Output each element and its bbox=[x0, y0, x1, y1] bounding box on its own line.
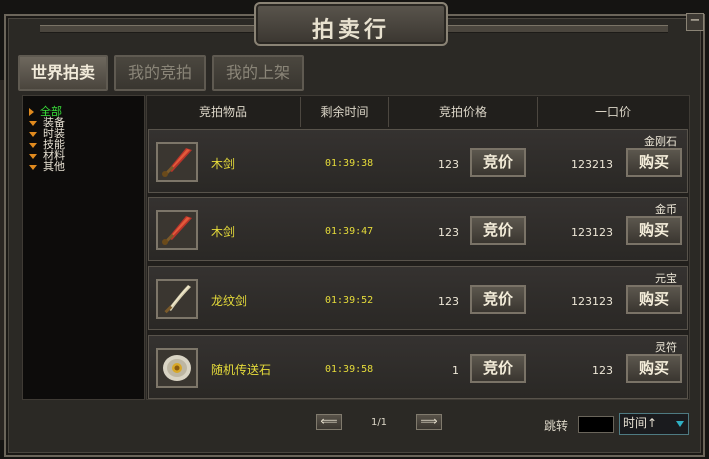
buyout-price: 123213 bbox=[571, 158, 613, 171]
item-name: 随机传送石 bbox=[211, 363, 272, 377]
next-page-button[interactable]: ⟹ bbox=[416, 414, 442, 430]
table-row[interactable]: 龙纹剑 01:39:52 123 竞价 123123 购买 元宝 bbox=[148, 266, 688, 330]
sort-selected-value: 时间↑ bbox=[623, 416, 658, 430]
buyout-price: 123123 bbox=[571, 226, 613, 239]
sword-icon bbox=[162, 216, 192, 245]
title-ornament-left bbox=[40, 25, 256, 33]
bid-price: 1 bbox=[452, 364, 459, 377]
remaining-time: 01:39:47 bbox=[325, 226, 374, 237]
jump-page-input[interactable] bbox=[578, 416, 614, 433]
item-name: 木剑 bbox=[211, 157, 236, 171]
dropdown-arrow-icon bbox=[676, 421, 684, 427]
prev-page-button[interactable]: ⟸ bbox=[316, 414, 342, 430]
expand-arrow-icon bbox=[29, 131, 37, 137]
item-slot[interactable] bbox=[156, 348, 198, 388]
currency-label: 灵符 bbox=[655, 341, 677, 354]
table-row[interactable]: 木剑 01:39:47 123 竞价 123123 购买 金币 bbox=[148, 197, 688, 261]
expand-arrow-icon bbox=[29, 108, 34, 116]
buy-button[interactable]: 购买 bbox=[626, 148, 682, 177]
page-indicator: 1/1 bbox=[370, 417, 388, 428]
currency-label: 金币 bbox=[655, 203, 677, 216]
curved-blade-icon bbox=[164, 285, 191, 314]
expand-arrow-icon bbox=[29, 164, 37, 170]
header-buyout-price: 一口价 bbox=[594, 105, 631, 119]
item-slot[interactable] bbox=[156, 142, 198, 182]
item-name: 木剑 bbox=[211, 225, 236, 239]
buy-button[interactable]: 购买 bbox=[626, 285, 682, 314]
window-title: 拍卖行 bbox=[311, 17, 390, 43]
table-row[interactable]: 随机传送石 01:39:58 1 竞价 123 购买 灵符 bbox=[148, 335, 688, 399]
bid-button[interactable]: 竞价 bbox=[470, 216, 526, 245]
buy-button[interactable]: 购买 bbox=[626, 354, 682, 383]
jump-label: 跳转 bbox=[544, 419, 569, 433]
category-sidebar: 全部 装备 时装 技能 材料 其他 bbox=[22, 95, 145, 400]
bid-price: 123 bbox=[438, 295, 459, 308]
table-header: 竞拍物品 剩余时间 竞拍价格 一口价 bbox=[146, 97, 689, 127]
tab-my-bids[interactable]: 我的竞拍 bbox=[114, 55, 206, 91]
header-item: 竞拍物品 bbox=[146, 97, 301, 127]
header-bid-price: 竞拍价格 bbox=[389, 97, 538, 127]
sort-select[interactable]: 时间↑ bbox=[619, 413, 689, 435]
title-ornament-right bbox=[448, 25, 668, 33]
sword-icon bbox=[162, 148, 192, 177]
bid-button[interactable]: 竞价 bbox=[470, 354, 526, 383]
buyout-price: 123 bbox=[592, 364, 613, 377]
bid-button[interactable]: 竞价 bbox=[470, 285, 526, 314]
bid-button[interactable]: 竞价 bbox=[470, 148, 526, 177]
remaining-time: 01:39:38 bbox=[325, 158, 374, 169]
currency-label: 金刚石 bbox=[644, 135, 677, 148]
tab-my-listings[interactable]: 我的上架 bbox=[212, 55, 304, 91]
title-plate: 拍卖行 bbox=[254, 2, 448, 46]
close-button[interactable]: − bbox=[686, 13, 704, 31]
expand-arrow-icon bbox=[29, 120, 37, 126]
table-row[interactable]: 木剑 01:39:38 123 竞价 123213 购买 金刚石 bbox=[148, 129, 688, 193]
remaining-time: 01:39:58 bbox=[325, 364, 374, 375]
tab-world-auction[interactable]: 世界拍卖 bbox=[18, 55, 108, 91]
expand-arrow-icon bbox=[29, 142, 37, 148]
bid-price: 123 bbox=[438, 226, 459, 239]
item-name: 龙纹剑 bbox=[211, 294, 248, 308]
category-other[interactable]: 其他 bbox=[29, 161, 65, 172]
header-time: 剩余时间 bbox=[301, 97, 389, 127]
teleport-stone-icon bbox=[163, 355, 191, 381]
buy-button[interactable]: 购买 bbox=[626, 216, 682, 245]
item-slot[interactable] bbox=[156, 279, 198, 319]
currency-label: 元宝 bbox=[655, 272, 677, 285]
remaining-time: 01:39:52 bbox=[325, 295, 374, 306]
expand-arrow-icon bbox=[29, 153, 37, 159]
bid-price: 123 bbox=[438, 158, 459, 171]
buyout-price: 123123 bbox=[571, 295, 613, 308]
item-slot[interactable] bbox=[156, 210, 198, 250]
